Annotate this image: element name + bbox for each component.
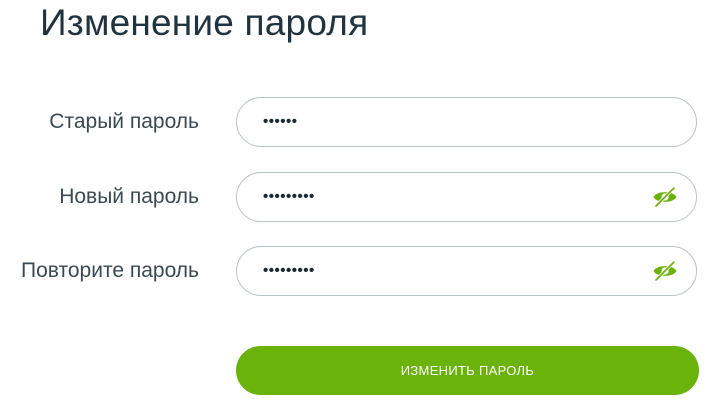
old-password-value: •••••• — [263, 113, 298, 130]
change-password-page: Изменение пароля Старый пароль •••••• Но… — [0, 0, 716, 403]
new-password-label: Новый пароль — [59, 185, 199, 208]
old-password-row: Старый пароль •••••• — [0, 97, 716, 147]
eye-slash-icon[interactable] — [652, 260, 678, 282]
new-password-row: Новый пароль ••••••••• — [0, 172, 716, 222]
repeat-password-label: Повторите пароль — [21, 259, 199, 282]
eye-slash-icon[interactable] — [652, 186, 678, 208]
new-password-input[interactable]: ••••••••• — [236, 172, 697, 222]
repeat-password-row: Повторите пароль ••••••••• — [0, 246, 716, 296]
repeat-password-input[interactable]: ••••••••• — [236, 246, 697, 296]
change-password-button[interactable]: ИЗМЕНИТЬ ПАРОЛЬ — [236, 346, 699, 395]
repeat-password-value: ••••••••• — [263, 262, 315, 279]
old-password-label: Старый пароль — [49, 110, 199, 133]
page-title: Изменение пароля — [40, 2, 369, 43]
old-password-input[interactable]: •••••• — [236, 97, 697, 147]
new-password-value: ••••••••• — [263, 188, 315, 205]
